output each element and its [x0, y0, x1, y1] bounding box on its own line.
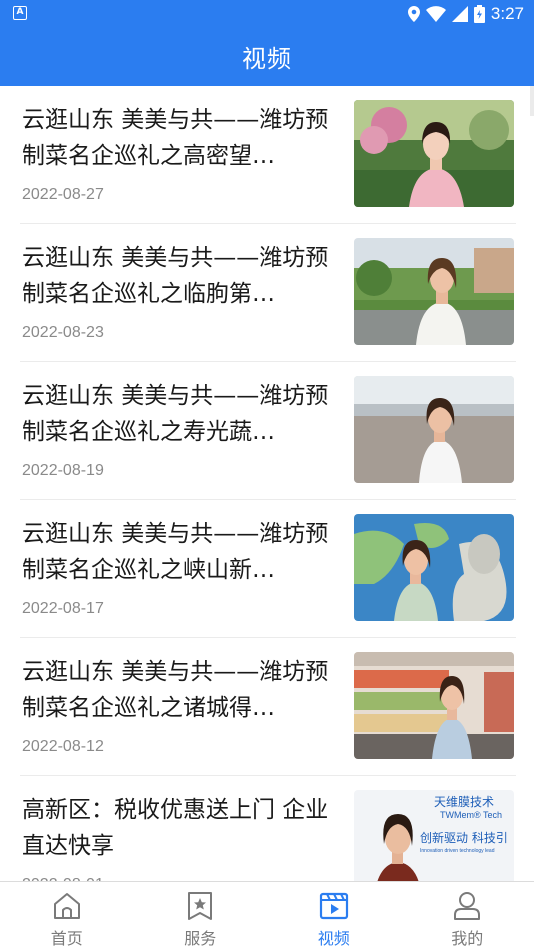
video-thumbnail[interactable] [354, 100, 514, 207]
tab-label: 服务 [184, 929, 217, 948]
video-title: 云逛山东 美美与共——潍坊预制菜名企巡礼之临朐第… [22, 245, 329, 307]
video-thumbnail[interactable] [354, 652, 514, 759]
thumbnail-sign-line1: 天维膜技术 [434, 795, 494, 809]
home-icon [53, 893, 80, 919]
signal-icon [451, 6, 468, 22]
thumbnail-sign-line4: Innovation driven technology lead [420, 848, 495, 854]
status-time: 3:27 [490, 4, 524, 23]
video-date: 2022-08-27 [22, 186, 104, 203]
location-icon [407, 6, 420, 22]
video-title: 云逛山东 美美与共——潍坊预制菜名企巡礼之高密望… [22, 107, 329, 169]
video-list[interactable]: 云逛山东 美美与共——潍坊预制菜名企巡礼之高密望… 2022-08-27 云逛山… [0, 86, 534, 882]
tab-service[interactable]: 服务 [134, 882, 268, 950]
video-title: 云逛山东 美美与共——潍坊预制菜名企巡礼之峡山新… [22, 521, 329, 583]
video-thumbnail[interactable] [354, 514, 514, 621]
tab-home[interactable]: 首页 [0, 882, 134, 950]
tab-label: 我的 [451, 929, 484, 948]
video-list-item[interactable]: 高新区：税收优惠送上门 企业直达快享 2022-08-01 天维膜技术 TWMe… [20, 776, 516, 882]
tab-label: 首页 [50, 929, 83, 948]
notification-icon: A [13, 6, 27, 20]
bookmark-star-icon [188, 892, 213, 920]
video-list-item[interactable]: 云逛山东 美美与共——潍坊预制菜名企巡礼之寿光蔬… 2022-08-19 [20, 362, 516, 500]
video-thumbnail[interactable] [354, 376, 514, 483]
video-date: 2022-08-19 [22, 462, 104, 479]
status-icons: 3:27 [407, 3, 524, 25]
scrollbar [530, 86, 534, 116]
thumbnail-sign-line3: 创新驱动 科技引 [420, 830, 508, 845]
tab-mine[interactable]: 我的 [401, 882, 534, 950]
video-title: 云逛山东 美美与共——潍坊预制菜名企巡礼之寿光蔬… [22, 383, 329, 445]
video-title: 云逛山东 美美与共——潍坊预制菜名企巡礼之诸城得… [22, 659, 329, 721]
video-date: 2022-08-23 [22, 324, 104, 341]
video-date: 2022-08-12 [22, 738, 104, 755]
video-list-item[interactable]: 云逛山东 美美与共——潍坊预制菜名企巡礼之临朐第… 2022-08-23 [20, 224, 516, 362]
video-thumbnail[interactable]: 天维膜技术 TWMem® Tech 创新驱动 科技引 Innovation dr… [354, 790, 514, 882]
battery-icon [473, 5, 485, 23]
wifi-icon [425, 6, 446, 22]
video-title: 高新区：税收优惠送上门 企业直达快享 [22, 797, 329, 859]
video-date: 2022-08-17 [22, 600, 104, 617]
video-list-item[interactable]: 云逛山东 美美与共——潍坊预制菜名企巡礼之高密望… 2022-08-27 [20, 86, 516, 224]
tab-label: 视频 [317, 929, 350, 948]
video-icon [319, 892, 348, 920]
video-list-item[interactable]: 云逛山东 美美与共——潍坊预制菜名企巡礼之诸城得… 2022-08-12 [20, 638, 516, 776]
thumbnail-sign-line2: TWMem® Tech [440, 810, 502, 820]
video-thumbnail[interactable] [354, 238, 514, 345]
status-bar: A 3:27 [0, 0, 534, 28]
video-list-item[interactable]: 云逛山东 美美与共——潍坊预制菜名企巡礼之峡山新… 2022-08-17 [20, 500, 516, 638]
app-bar: 视频 [0, 28, 534, 86]
page-title: 视频 [242, 45, 292, 73]
user-icon [454, 892, 481, 920]
tab-video[interactable]: 视频 [267, 882, 401, 950]
bottom-tab-bar: 首页 服务 视频 我的 [0, 881, 534, 950]
